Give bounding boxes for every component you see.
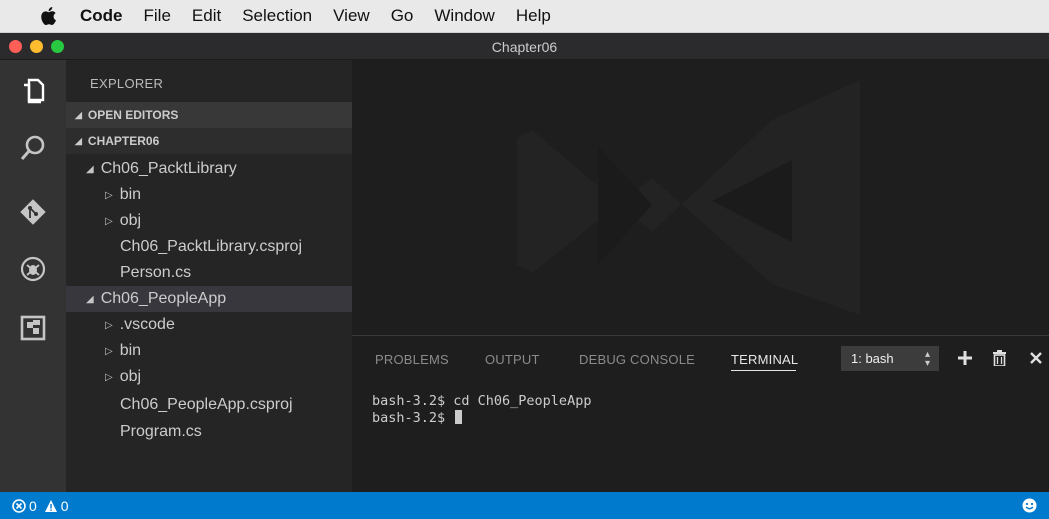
error-count: 0 (29, 497, 37, 514)
explorer-title: EXPLORER (90, 76, 164, 91)
terminal-cursor (455, 410, 463, 424)
tree-item-folder[interactable]: ▷ .vscode (66, 312, 352, 338)
menu-help[interactable]: Help (516, 6, 551, 26)
chevron-down-icon: ◢ (86, 163, 94, 175)
tree-item-label: Program.cs (120, 423, 202, 440)
chevron-right-icon: ▷ (105, 215, 113, 227)
tree-item-folder[interactable]: ▷ obj (66, 364, 352, 390)
menu-go[interactable]: Go (391, 6, 414, 26)
menu-window[interactable]: Window (434, 6, 494, 26)
active-tab-indicator (731, 370, 796, 371)
tab-problems[interactable]: PROBLEMS (375, 352, 449, 367)
tree-item-label: Ch06_PacktLibrary (100, 160, 237, 177)
tree-item-label: .vscode (119, 316, 175, 333)
trash-icon[interactable] (990, 349, 1008, 367)
tree-item-label: Ch06_PacktLibrary.csproj (120, 238, 303, 255)
menu-view[interactable]: View (333, 6, 370, 26)
chevron-right-icon: ▷ (105, 345, 113, 357)
tree-item-folder[interactable]: ▷ bin (66, 182, 352, 208)
tree-item-label: Ch06_PeopleApp.csproj (120, 396, 293, 413)
terminal-select[interactable]: 1: bash ▴ ▾ (841, 346, 939, 371)
tree-item-file[interactable]: Ch06_PeopleApp.csproj (66, 392, 352, 418)
status-bar: 0 0 (0, 492, 1049, 519)
tab-debug-console[interactable]: DEBUG CONSOLE (579, 352, 695, 367)
debug-icon[interactable] (17, 253, 49, 285)
tree-item-label: bin (119, 342, 142, 359)
tree-item-file[interactable]: Ch06_PacktLibrary.csproj (66, 234, 352, 260)
tree-item-label: Ch06_PeopleApp (100, 290, 227, 307)
close-panel-icon[interactable] (1027, 349, 1045, 367)
activity-bar (0, 60, 66, 492)
error-icon (12, 498, 26, 513)
terminal-prompt-line: bash-3.2$ (372, 410, 591, 427)
explorer-icon[interactable] (17, 76, 49, 108)
problems-status[interactable]: 0 0 (12, 498, 69, 514)
extensions-icon[interactable] (17, 312, 49, 344)
folder-section-chapter06[interactable]: ◢ CHAPTER06 (66, 128, 352, 154)
git-icon[interactable] (17, 196, 49, 228)
add-terminal-icon[interactable] (956, 349, 974, 367)
select-arrows-icon: ▴ ▾ (924, 349, 930, 369)
explorer-sidebar: EXPLORER ◢ OPEN EDITORS ◢ CHAPTER06 ◢ Ch… (66, 60, 352, 492)
open-editors-label: OPEN EDITORS (87, 108, 179, 122)
chevron-right-icon: ▷ (105, 319, 113, 331)
bottom-panel: PROBLEMS OUTPUT DEBUG CONSOLE TERMINAL 1… (352, 335, 1049, 492)
open-editors-section[interactable]: ◢ OPEN EDITORS (66, 102, 352, 128)
terminal-line: bash-3.2$ (372, 410, 454, 426)
tree-item-label: obj (119, 368, 142, 385)
chevron-down-icon: ◢ (86, 293, 94, 305)
tree-item-label: Person.cs (120, 264, 192, 281)
terminal-line: bash-3.2$ cd Ch06_PeopleApp (372, 393, 592, 409)
warning-icon (44, 499, 57, 512)
search-icon[interactable] (17, 132, 49, 164)
tree-item-label: obj (119, 212, 142, 229)
tree-item-file[interactable]: Program.cs (66, 419, 352, 445)
tab-terminal[interactable]: TERMINAL (731, 352, 798, 367)
tree-item-folder[interactable]: ◢ Ch06_PacktLibrary (66, 156, 352, 182)
editor-area (352, 60, 1049, 335)
tab-output[interactable]: OUTPUT (485, 352, 540, 367)
tree-item-folder-selected[interactable]: ◢ Ch06_PeopleApp (66, 286, 352, 312)
menu-selection[interactable]: Selection (242, 6, 312, 26)
feedback-smiley-icon[interactable] (1022, 498, 1037, 516)
terminal-select-value: 1: bash (851, 351, 894, 366)
chevron-down-icon: ◢ (75, 135, 82, 146)
window-title: Chapter06 (491, 39, 558, 55)
window-titlebar: Chapter06 (0, 33, 1049, 60)
chevron-right-icon: ▷ (105, 371, 113, 383)
menu-edit[interactable]: Edit (192, 6, 221, 26)
tree-item-file[interactable]: Person.cs (66, 260, 352, 286)
macos-menubar: Code File Edit Selection View Go Window … (0, 0, 1049, 33)
folder-section-label: CHAPTER06 (87, 134, 160, 148)
tree-item-label: bin (119, 186, 142, 203)
apple-logo-icon[interactable] (38, 5, 58, 27)
menu-file[interactable]: File (144, 6, 171, 26)
warning-count: 0 (60, 497, 69, 514)
tree-item-folder[interactable]: ▷ bin (66, 338, 352, 364)
chevron-right-icon: ▷ (105, 189, 113, 201)
vscode-watermark-icon (517, 80, 860, 315)
chevron-down-icon: ◢ (75, 109, 82, 120)
menu-code[interactable]: Code (80, 6, 123, 26)
tree-item-folder[interactable]: ▷ obj (66, 208, 352, 234)
terminal-output[interactable]: bash-3.2$ cd Ch06_PeopleApp bash-3.2$ (372, 393, 591, 427)
